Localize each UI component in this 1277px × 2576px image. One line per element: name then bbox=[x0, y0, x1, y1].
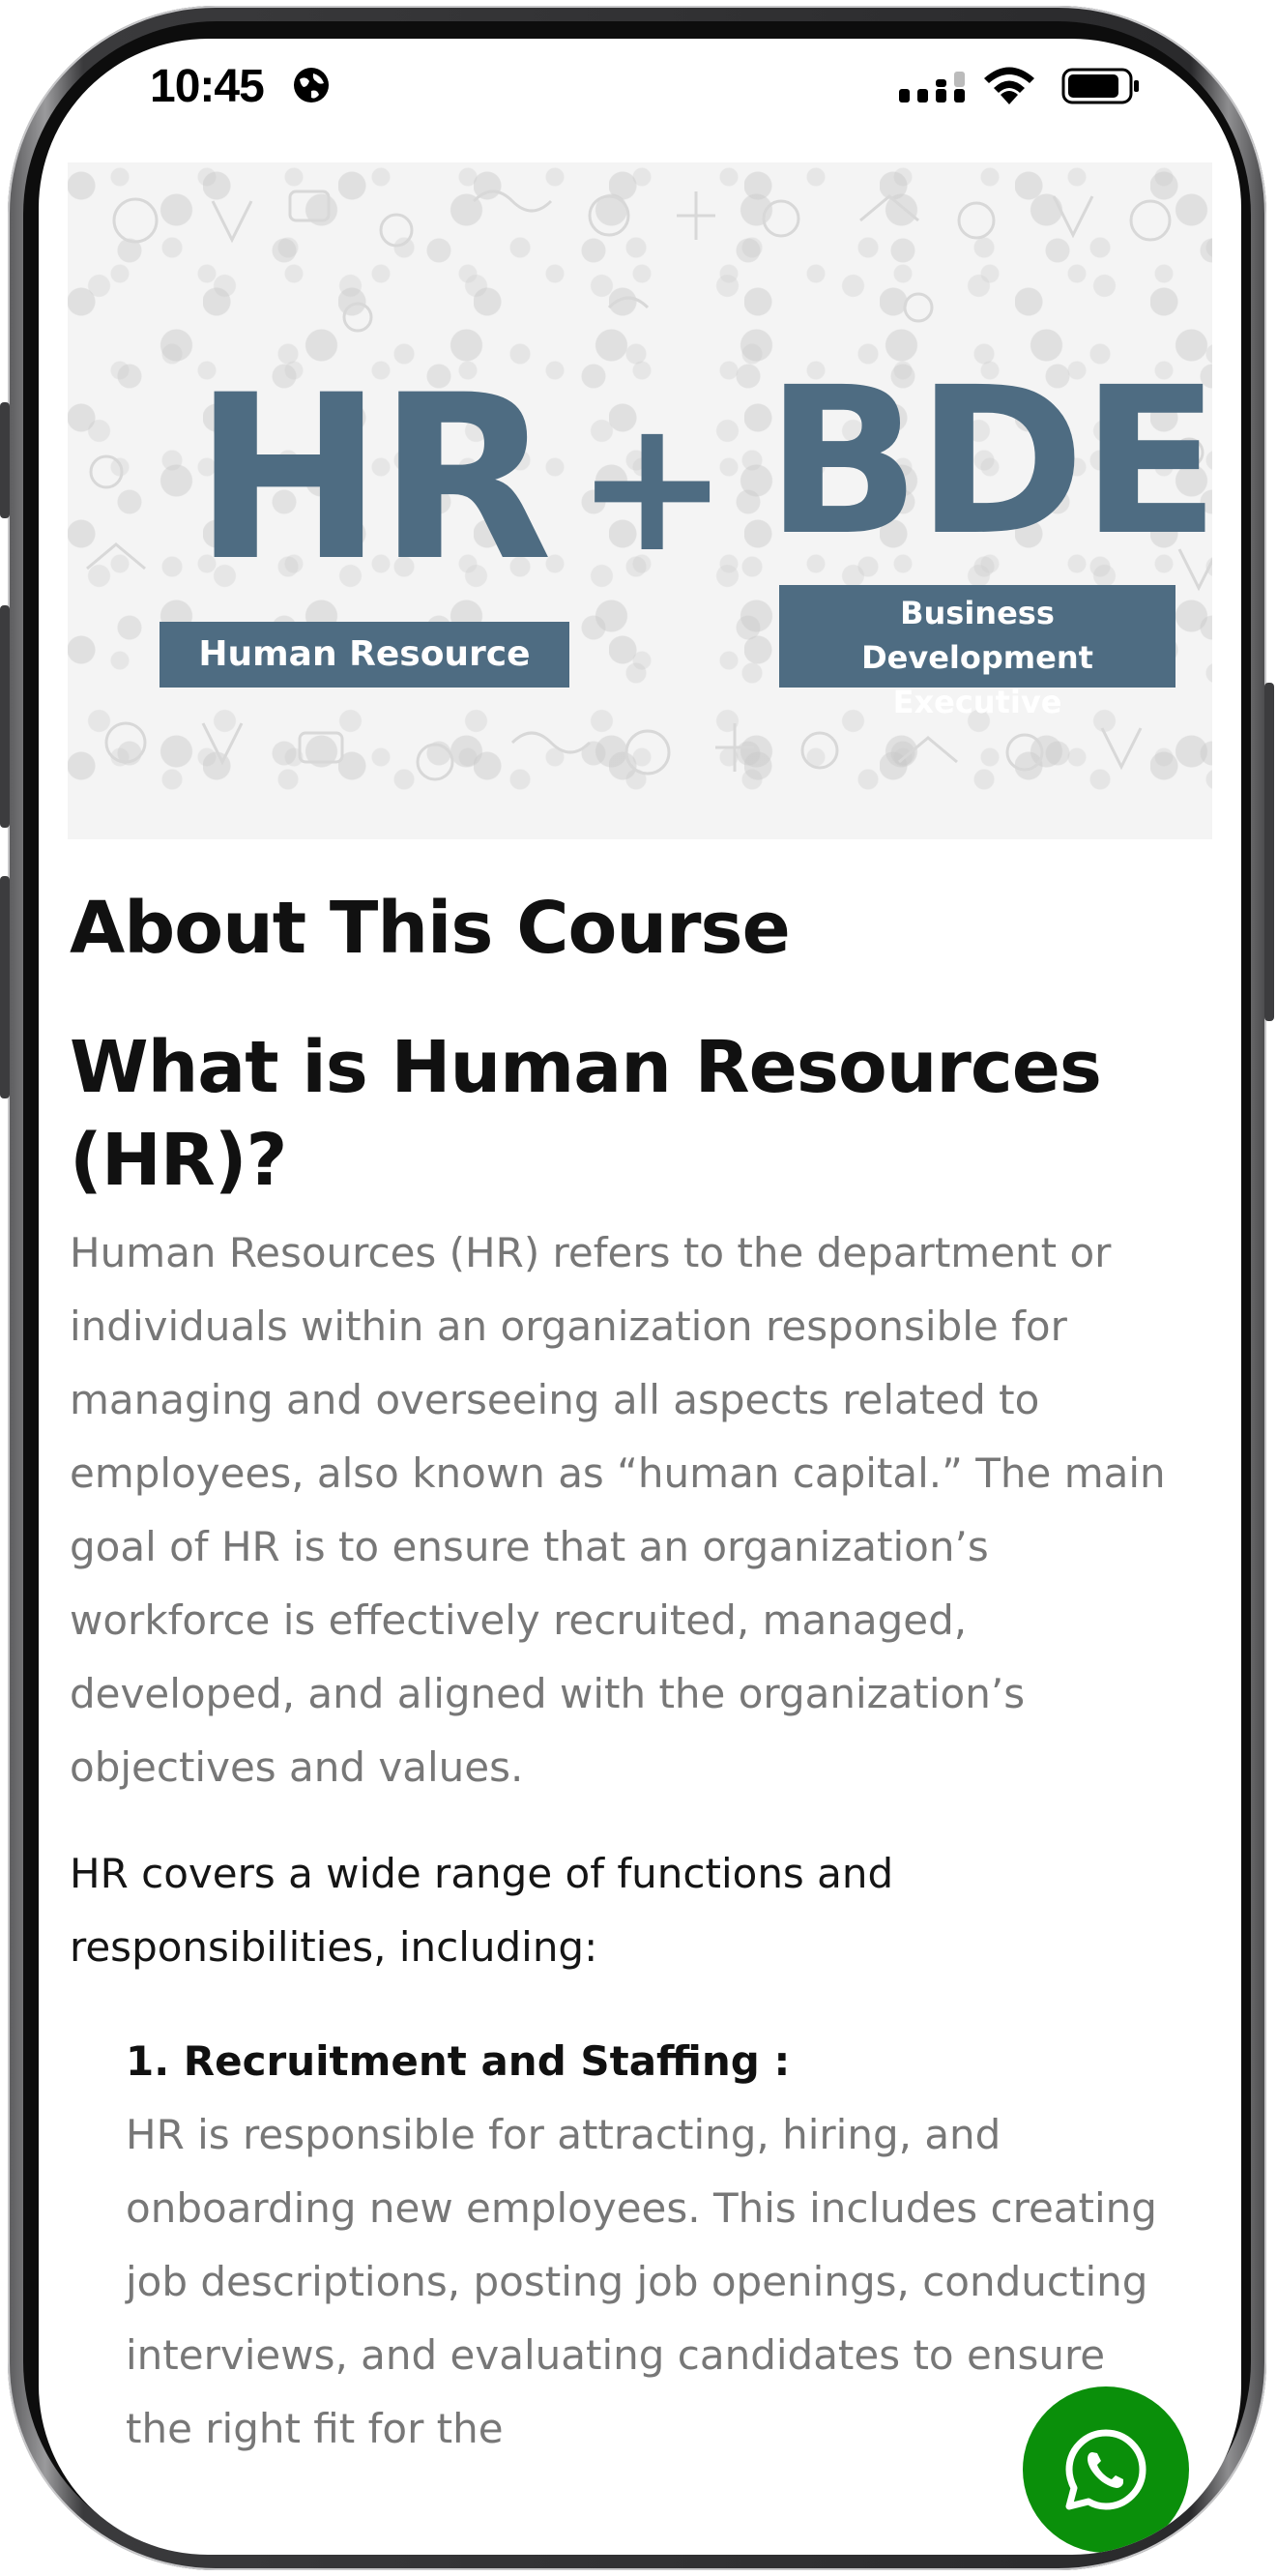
action-button bbox=[0, 402, 10, 518]
what-is-hr-heading: What is Human Resources (HR)? bbox=[70, 1026, 1102, 1202]
course-banner: HR + BDE Human Resource Business Develop… bbox=[68, 162, 1220, 839]
hero-bde-text: BDE bbox=[766, 343, 1220, 580]
list-item-title: 1. Recruitment and Staffing : bbox=[126, 2037, 791, 2085]
list-item: 1. Recruitment and Staffing : HR is resp… bbox=[126, 2025, 1189, 2466]
about-course-heading: About This Course bbox=[70, 887, 791, 970]
course-content: About This Course What is Human Resource… bbox=[70, 880, 1210, 2466]
volume-up-button bbox=[0, 605, 10, 828]
cellular-signal-icon bbox=[899, 72, 965, 102]
status-time: 10:45 bbox=[150, 61, 265, 112]
hero-bde-label-line2: Development Executive bbox=[861, 639, 1093, 720]
hero-plus-text: + bbox=[575, 379, 730, 593]
status-bar: 10:45 bbox=[39, 39, 1241, 135]
intro-paragraph: Human Resources (HR) refers to the depar… bbox=[70, 1229, 1166, 1791]
whatsapp-chat-button[interactable] bbox=[1023, 2386, 1189, 2553]
battery-icon bbox=[1061, 68, 1139, 104]
hero-bde-label-line1: Business bbox=[900, 595, 1055, 631]
hero-hr-label: Human Resource bbox=[160, 622, 569, 688]
hero-hr-text: HR bbox=[193, 347, 553, 611]
list-item-description: HR is responsible for attracting, hiring… bbox=[126, 2111, 1157, 2452]
volume-down-button bbox=[0, 876, 10, 1098]
globe-icon bbox=[294, 68, 329, 102]
hr-functions-list: 1. Recruitment and Staffing : HR is resp… bbox=[126, 2025, 1189, 2466]
wifi-icon bbox=[984, 67, 1034, 104]
hero-bde-label: Business Development Executive bbox=[779, 585, 1175, 720]
screen: 10:45 HR + BDE Human Resource Business D… bbox=[39, 39, 1241, 2555]
covers-paragraph: HR covers a wide range of functions and … bbox=[70, 1850, 894, 1971]
power-button bbox=[1264, 683, 1274, 1021]
whatsapp-icon bbox=[1065, 2429, 1146, 2510]
